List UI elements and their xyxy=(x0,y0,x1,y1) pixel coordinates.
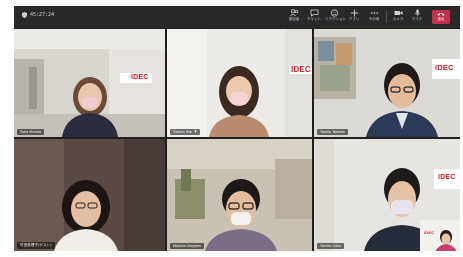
timer-text: 45:27:24 xyxy=(30,12,55,18)
participant-tile[interactable]: IDEC Yuka Mariko xyxy=(14,29,165,137)
idec-logo: IDEC xyxy=(289,65,312,74)
meeting-window: 45:27:24 参加者 チャット リアクション アプリ その他 カメラ マイク… xyxy=(14,6,460,251)
toolbar-divider xyxy=(386,11,387,23)
mic-icon xyxy=(194,130,197,133)
apps-icon xyxy=(350,9,358,17)
more-label: その他 xyxy=(368,17,380,21)
video-feed-image xyxy=(14,29,165,137)
mic-label: マイク xyxy=(411,17,423,21)
participants-button[interactable]: 参加者 xyxy=(285,9,303,26)
idec-logo: IDEC xyxy=(131,74,149,81)
participant-name-tag: Makoto Ikegami xyxy=(170,243,205,249)
chat-label: チャット xyxy=(307,17,321,21)
more-icon xyxy=(370,12,378,14)
self-video-image xyxy=(421,221,460,251)
leave-button[interactable]: 退出 xyxy=(432,10,450,24)
participant-tile[interactable]: IDEC Yukino Yae xyxy=(167,29,312,137)
camera-label: カメラ xyxy=(392,17,404,21)
apps-button[interactable]: アプリ xyxy=(345,9,363,26)
participant-name-tag: Yoshio Goto xyxy=(317,243,344,249)
mic-button[interactable]: マイク xyxy=(408,9,426,26)
participant-tile[interactable]: 竹田真理子(ゲスト) xyxy=(14,139,165,251)
reaction-button[interactable]: リアクション xyxy=(325,9,346,26)
participant-tile[interactable]: Makoto Ikegami xyxy=(167,139,312,251)
participant-name-tag: Yukino Yae xyxy=(170,129,200,135)
participant-tile[interactable]: IDEC Toshio Takeda xyxy=(314,29,460,137)
idec-logo: IDEC xyxy=(424,230,435,235)
meeting-toolbar: 45:27:24 参加者 チャット リアクション アプリ その他 カメラ マイク… xyxy=(14,6,460,28)
participant-name: Yukino Yae xyxy=(173,130,192,134)
video-feed-image xyxy=(167,139,312,251)
idec-logo: IDEC xyxy=(438,174,456,181)
participants-label: 参加者 xyxy=(288,17,300,21)
participant-name-tag: Yuka Mariko xyxy=(17,129,45,135)
participant-name: 竹田真理子(ゲスト) xyxy=(20,243,52,247)
video-feed-image xyxy=(314,29,460,137)
camera-icon xyxy=(394,11,403,15)
participant-name-tag: Toshio Takeda xyxy=(317,129,348,135)
meeting-timer: 45:27:24 xyxy=(22,12,54,18)
more-button[interactable]: その他 xyxy=(365,9,383,26)
reaction-icon xyxy=(330,9,338,17)
chat-icon xyxy=(310,9,318,17)
idec-logo: IDEC xyxy=(435,63,454,72)
camera-button[interactable]: カメラ xyxy=(389,9,407,26)
participant-name: Yuka Mariko xyxy=(20,130,42,134)
chat-button[interactable]: チャット xyxy=(305,9,323,26)
leave-label: 退出 xyxy=(437,17,445,21)
reaction-label: リアクション xyxy=(325,17,346,21)
shield-icon xyxy=(22,12,27,18)
participant-name-tag: 竹田真理子(ゲスト) xyxy=(17,242,55,249)
self-view-thumbnail[interactable]: IDEC xyxy=(420,220,460,251)
participant-name: Makoto Ikegami xyxy=(173,244,202,248)
participant-name: Yoshio Goto xyxy=(320,244,341,248)
video-feed-image xyxy=(167,29,312,137)
video-feed-image xyxy=(14,139,165,251)
people-icon xyxy=(289,9,298,17)
participant-name: Toshio Takeda xyxy=(320,130,345,134)
apps-label: アプリ xyxy=(348,17,360,21)
mic-icon xyxy=(414,9,420,17)
